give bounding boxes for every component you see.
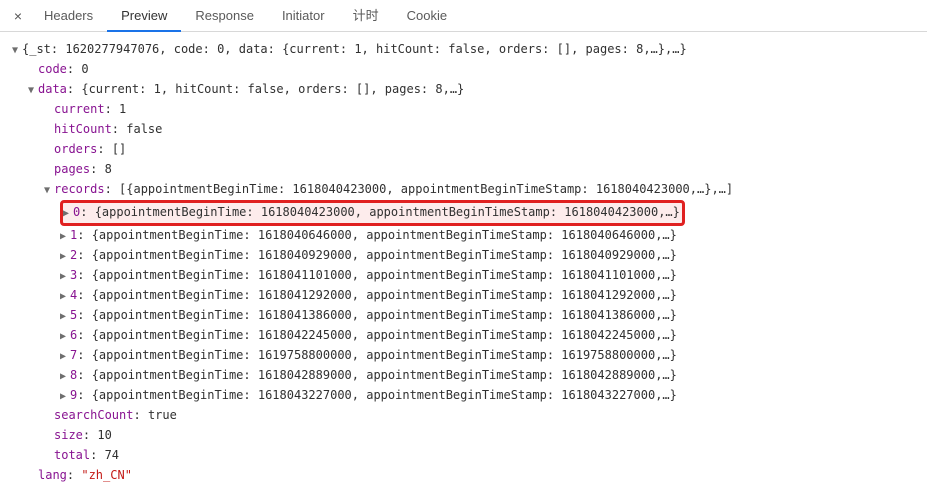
json-value: {appointmentBeginTime: 1618040423000, ap… xyxy=(95,205,680,219)
tree-node-record[interactable]: ▶9: {appointmentBeginTime: 1618043227000… xyxy=(12,386,923,406)
tree-node-record[interactable]: ▶3: {appointmentBeginTime: 1618041101000… xyxy=(12,266,923,286)
tree-node-record[interactable]: ▶7: {appointmentBeginTime: 1619758800000… xyxy=(12,346,923,366)
expand-toggle-icon[interactable]: ▶ xyxy=(60,287,70,306)
json-value: [{appointmentBeginTime: 1618040423000, a… xyxy=(119,182,733,196)
colon: : xyxy=(77,288,91,302)
colon: : xyxy=(77,228,91,242)
tree-leaf[interactable]: ▶size: 10 xyxy=(12,426,923,446)
close-panel-button[interactable]: × xyxy=(6,8,30,24)
json-key: lang xyxy=(38,468,67,482)
colon: : xyxy=(77,308,91,322)
colon: : xyxy=(67,468,81,482)
tree-node[interactable]: ▼records: [{appointmentBeginTime: 161804… xyxy=(12,180,923,200)
expand-toggle-icon[interactable]: ▶ xyxy=(60,307,70,326)
expand-toggle-icon[interactable]: ▼ xyxy=(12,41,22,60)
tree-leaf[interactable]: ▶current: 1 xyxy=(12,100,923,120)
json-key: code xyxy=(38,62,67,76)
json-key: total xyxy=(54,448,90,462)
expand-toggle-icon[interactable]: ▼ xyxy=(28,81,38,100)
tree-node-record[interactable]: ▶1: {appointmentBeginTime: 1618040646000… xyxy=(12,226,923,246)
expand-toggle-icon[interactable]: ▶ xyxy=(60,347,70,366)
expand-toggle-icon[interactable]: ▶ xyxy=(60,367,70,386)
colon: : xyxy=(112,122,126,136)
json-value: {appointmentBeginTime: 1618041101000, ap… xyxy=(92,268,677,282)
tree-leaf[interactable]: ▶code: 0 xyxy=(12,60,923,80)
json-value: {current: 1, hitCount: false, orders: []… xyxy=(81,82,464,96)
tree-leaf[interactable]: ▶lang: "zh_CN" xyxy=(12,466,923,486)
highlight-annotation: ▶0: {appointmentBeginTime: 1618040423000… xyxy=(60,200,685,226)
expand-toggle-icon[interactable]: ▶ xyxy=(60,267,70,286)
json-value: {appointmentBeginTime: 1618041386000, ap… xyxy=(92,308,677,322)
colon: : xyxy=(97,142,111,156)
json-key: hitCount xyxy=(54,122,112,136)
json-key: data xyxy=(38,82,67,96)
json-key: orders xyxy=(54,142,97,156)
devtools-tab-bar: × Headers Preview Response Initiator 计时 … xyxy=(0,0,927,32)
json-value: {appointmentBeginTime: 1618043227000, ap… xyxy=(92,388,677,402)
tree-leaf[interactable]: ▶pages: 8 xyxy=(12,160,923,180)
json-value: "zh_CN" xyxy=(81,468,132,482)
tab-initiator[interactable]: Initiator xyxy=(268,0,339,32)
tree-node-record[interactable]: ▶2: {appointmentBeginTime: 1618040929000… xyxy=(12,246,923,266)
colon: : xyxy=(83,428,97,442)
tree-node-record[interactable]: ▶8: {appointmentBeginTime: 1618042889000… xyxy=(12,366,923,386)
tab-response[interactable]: Response xyxy=(181,0,268,32)
tree-leaf[interactable]: ▶total: 74 xyxy=(12,446,923,466)
json-key: records xyxy=(54,182,105,196)
tab-timing[interactable]: 计时 xyxy=(339,0,393,32)
expand-toggle-icon[interactable]: ▶ xyxy=(60,387,70,406)
colon: : xyxy=(77,268,91,282)
json-key: size xyxy=(54,428,83,442)
colon: : xyxy=(90,162,104,176)
tab-cookie[interactable]: Cookie xyxy=(393,0,461,32)
colon: : xyxy=(90,448,104,462)
tree-node-record[interactable]: ▶5: {appointmentBeginTime: 1618041386000… xyxy=(12,306,923,326)
json-value: 8 xyxy=(105,162,112,176)
json-value: 74 xyxy=(105,448,119,462)
colon: : xyxy=(77,248,91,262)
json-value: [] xyxy=(112,142,126,156)
colon: : xyxy=(77,328,91,342)
json-key: pages xyxy=(54,162,90,176)
tree-root[interactable]: ▼{_st: 1620277947076, code: 0, data: {cu… xyxy=(12,40,923,60)
json-value: {appointmentBeginTime: 1618040646000, ap… xyxy=(92,228,677,242)
colon: : xyxy=(133,408,147,422)
json-value: {appointmentBeginTime: 1618040929000, ap… xyxy=(92,248,677,262)
tree-node-record[interactable]: ▶0: {appointmentBeginTime: 1618040423000… xyxy=(12,200,923,226)
json-value: {appointmentBeginTime: 1618041292000, ap… xyxy=(92,288,677,302)
json-value: 10 xyxy=(97,428,111,442)
expand-toggle-icon[interactable]: ▼ xyxy=(44,181,54,200)
root-summary: {_st: 1620277947076, code: 0, data: {cur… xyxy=(22,42,687,56)
colon: : xyxy=(77,348,91,362)
tree-leaf[interactable]: ▶hitCount: false xyxy=(12,120,923,140)
tab-headers[interactable]: Headers xyxy=(30,0,107,32)
tree-node-record[interactable]: ▶6: {appointmentBeginTime: 1618042245000… xyxy=(12,326,923,346)
tab-preview[interactable]: Preview xyxy=(107,0,181,32)
expand-toggle-icon[interactable]: ▶ xyxy=(60,227,70,246)
json-key: searchCount xyxy=(54,408,133,422)
json-preview-tree: ▼{_st: 1620277947076, code: 0, data: {cu… xyxy=(0,32,927,494)
expand-toggle-icon[interactable]: ▶ xyxy=(63,204,73,223)
expand-toggle-icon[interactable]: ▶ xyxy=(60,327,70,346)
expand-toggle-icon[interactable]: ▶ xyxy=(60,247,70,266)
colon: : xyxy=(77,388,91,402)
json-value: true xyxy=(148,408,177,422)
colon: : xyxy=(80,205,94,219)
json-key: current xyxy=(54,102,105,116)
json-value: {appointmentBeginTime: 1619758800000, ap… xyxy=(92,348,677,362)
colon: : xyxy=(67,82,81,96)
colon: : xyxy=(77,368,91,382)
tree-leaf[interactable]: ▶orders: [] xyxy=(12,140,923,160)
json-value: 0 xyxy=(81,62,88,76)
colon: : xyxy=(105,102,119,116)
tree-leaf[interactable]: ▶searchCount: true xyxy=(12,406,923,426)
colon: : xyxy=(105,182,119,196)
colon: : xyxy=(67,62,81,76)
json-value: 1 xyxy=(119,102,126,116)
tree-node[interactable]: ▼data: {current: 1, hitCount: false, ord… xyxy=(12,80,923,100)
json-value: {appointmentBeginTime: 1618042889000, ap… xyxy=(92,368,677,382)
tree-node-record[interactable]: ▶4: {appointmentBeginTime: 1618041292000… xyxy=(12,286,923,306)
json-value: {appointmentBeginTime: 1618042245000, ap… xyxy=(92,328,677,342)
json-value: false xyxy=(126,122,162,136)
